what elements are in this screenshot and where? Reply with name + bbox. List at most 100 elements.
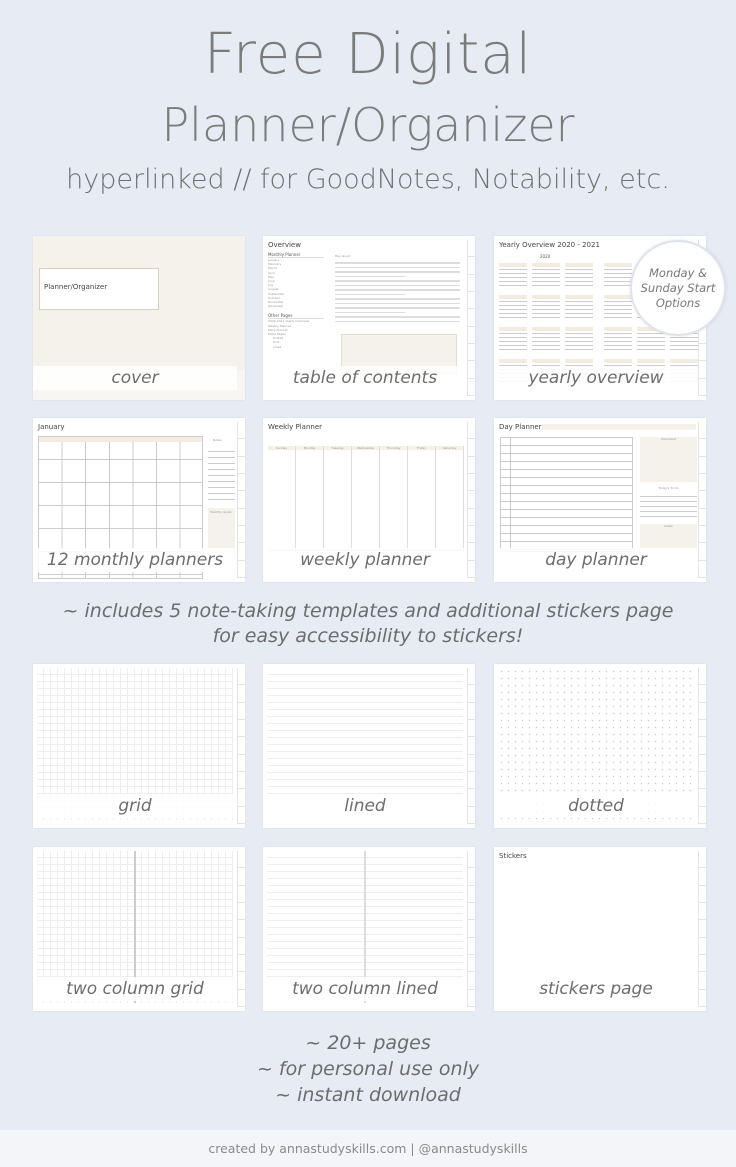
day-column: Sunday: [268, 446, 296, 550]
tab: [699, 457, 706, 474]
day-name: Monday: [296, 446, 323, 451]
tab: [468, 938, 475, 955]
mini-calendar: [604, 263, 632, 289]
feature-personal-use: ~ for personal use only: [256, 1058, 480, 1080]
tab: [699, 755, 706, 772]
month-header: [604, 263, 632, 267]
text-line: [335, 316, 460, 318]
tab: [468, 955, 475, 973]
tab: [468, 990, 475, 1007]
tab: [699, 737, 706, 755]
tab: [238, 737, 245, 755]
month-header: [604, 295, 632, 299]
todo-lines: [640, 492, 697, 520]
greeting: Hey Guys!: [335, 254, 351, 258]
tab: [699, 938, 706, 955]
mini-calendar: [532, 327, 560, 353]
tab: [699, 955, 706, 973]
tab: [468, 561, 475, 578]
notes-lines: [208, 446, 235, 504]
tab: [238, 807, 245, 824]
headline-line-2: Planner/Organizer: [161, 98, 575, 152]
tab: [699, 807, 706, 824]
month-header: [565, 295, 593, 299]
tab: [699, 474, 706, 492]
important-box: Important: [640, 437, 697, 482]
tab: [468, 789, 475, 807]
page-preview-lined: lined: [263, 664, 475, 828]
feature-instant-download: ~ instant download: [275, 1084, 461, 1106]
tab: [699, 868, 706, 886]
toc-list: Monthly Planner January February March April…: [268, 252, 324, 349]
important-label: Important: [661, 437, 676, 441]
tab: [699, 491, 706, 509]
goals-box: Goals: [640, 524, 697, 548]
notes-label: Notes: [213, 438, 222, 442]
page-preview-twolined: two column lined: [263, 847, 475, 1011]
day-column: Thursday: [380, 446, 408, 550]
tab: [238, 526, 245, 544]
page-caption: grid: [33, 794, 237, 818]
page-title: January: [38, 423, 65, 431]
page-preview-cover: Planner/Organizer cover: [33, 236, 245, 400]
month-header: [565, 327, 593, 331]
text-line: [335, 284, 460, 286]
text-line: [335, 266, 460, 268]
tab: [468, 474, 475, 492]
page-caption: stickers page: [494, 977, 698, 1001]
page-title: Stickers: [499, 852, 527, 860]
month-header: [670, 359, 698, 363]
month-header: [604, 359, 632, 363]
tab: [468, 292, 475, 310]
day-column: Monday: [296, 446, 324, 550]
tab: [238, 972, 245, 990]
templates-note-line-1: ~ includes 5 note-taking templates and a…: [62, 600, 674, 622]
tab: [238, 491, 245, 509]
tab: [238, 789, 245, 807]
tab: [468, 772, 475, 790]
month-header: [604, 327, 632, 331]
toc-link[interactable]: Lined: [268, 345, 324, 349]
tab: [468, 703, 475, 720]
page-caption: weekly planner: [263, 548, 467, 572]
tab: [468, 327, 475, 344]
tab: [468, 439, 475, 457]
tab: [699, 422, 706, 440]
day-name: Sunday: [268, 446, 295, 451]
page-preview-twogrid: two column grid: [33, 847, 245, 1011]
tab: [699, 361, 706, 379]
month-header: [532, 263, 560, 267]
tab: [238, 903, 245, 921]
toc-link[interactable]: December: [268, 304, 324, 308]
page-caption: 12 monthly planners: [33, 548, 237, 572]
tab: [238, 668, 245, 686]
section-tabs: [698, 422, 706, 578]
tab: [468, 755, 475, 772]
text-line: [335, 302, 460, 304]
todo-label: Today's To Do: [658, 486, 679, 490]
headline-line-1: Free Digital: [203, 22, 533, 87]
day-name: Tuesday: [324, 446, 351, 451]
tab: [468, 903, 475, 921]
tab: [238, 474, 245, 492]
day-column: Wednesday: [352, 446, 380, 550]
page-caption: lined: [263, 794, 467, 818]
tab: [238, 509, 245, 526]
month-header: [499, 327, 527, 331]
day-column: Friday: [408, 446, 436, 550]
tab: [468, 275, 475, 292]
tab: [468, 737, 475, 755]
tab: [238, 938, 245, 955]
tab: [238, 868, 245, 886]
day-name: Friday: [408, 446, 435, 451]
text-line: [335, 320, 460, 322]
mini-calendar: [532, 263, 560, 289]
day-name: Wednesday: [352, 446, 379, 451]
tab: [238, 920, 245, 938]
tab: [699, 990, 706, 1007]
tab: [468, 526, 475, 544]
page-title: Planner/Organizer: [44, 283, 108, 291]
tab: [699, 379, 706, 396]
tab: [699, 886, 706, 903]
page-preview-day: Day Planner Important Today's To Do Goals da…: [494, 418, 706, 582]
